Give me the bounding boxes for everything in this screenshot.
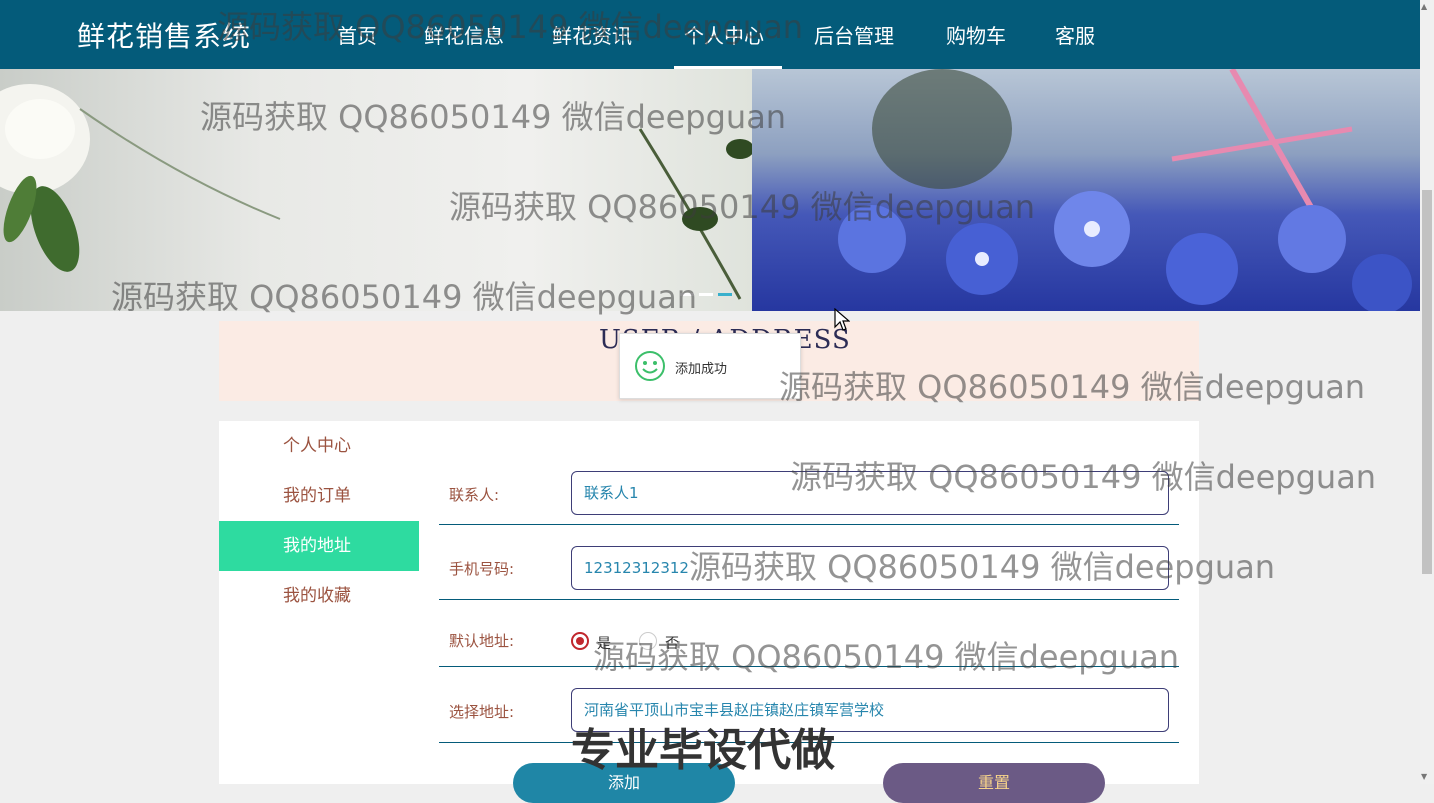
phone-input[interactable]: 12312312312 xyxy=(571,546,1169,590)
carousel-indicators xyxy=(680,281,737,300)
carousel-dot[interactable] xyxy=(680,293,694,296)
mouse-cursor-icon xyxy=(834,307,851,336)
form-row-default: 默认地址: 是 否 xyxy=(439,626,1179,668)
form-row-address: 选择地址: 河南省平顶山市宝丰县赵庄镇赵庄镇军营学校 xyxy=(439,688,1179,743)
phone-label: 手机号码: xyxy=(449,560,515,578)
scroll-down-icon[interactable]: ▼ xyxy=(1421,772,1427,781)
row-divider xyxy=(439,742,1179,743)
reset-button[interactable]: 重置 xyxy=(883,763,1105,803)
nav-admin[interactable]: 后台管理 xyxy=(814,20,894,49)
default-no-radio[interactable] xyxy=(639,632,657,650)
sidebar-item-personal-center[interactable]: 个人中心 xyxy=(219,421,419,471)
default-address-label: 默认地址: xyxy=(449,632,515,650)
user-center-content: 个人中心 我的订单 我的地址 我的收藏 联系人: 联系人1 手机号码: 1231… xyxy=(219,421,1199,784)
nav-flower-info[interactable]: 鲜花信息 xyxy=(424,20,504,49)
row-divider xyxy=(439,524,1179,525)
nav-flower-news[interactable]: 鲜花资讯 xyxy=(552,20,632,49)
row-divider xyxy=(439,599,1179,600)
banner-carousel xyxy=(0,69,1420,311)
carousel-dot[interactable] xyxy=(699,293,713,296)
nav-personal-center[interactable]: 个人中心 xyxy=(684,20,764,49)
banner-image-white-rose xyxy=(0,69,752,311)
address-label: 选择地址: xyxy=(449,703,515,721)
address-select[interactable]: 河南省平顶山市宝丰县赵庄镇赵庄镇军营学校 xyxy=(571,688,1169,732)
nav-home[interactable]: 首页 xyxy=(337,20,377,49)
sidebar-item-my-favorites[interactable]: 我的收藏 xyxy=(219,571,419,621)
default-yes-label[interactable]: 是 xyxy=(597,633,611,653)
form-row-contact: 联系人: 联系人1 xyxy=(439,471,1179,526)
add-button[interactable]: 添加 xyxy=(513,763,735,803)
form-row-phone: 手机号码: 12312312312 xyxy=(439,546,1179,601)
nav-active-indicator xyxy=(674,66,782,69)
contact-input[interactable]: 联系人1 xyxy=(571,471,1169,515)
banner-image-blue-flowers xyxy=(752,69,1420,311)
carousel-dot-active[interactable] xyxy=(718,293,732,296)
default-no-label[interactable]: 否 xyxy=(665,633,679,653)
row-divider xyxy=(439,666,1179,667)
toast-message: 添加成功 xyxy=(619,333,801,399)
scrollbar-thumb[interactable] xyxy=(1422,190,1432,574)
default-yes-radio[interactable] xyxy=(571,632,589,650)
sidebar-item-my-address[interactable]: 我的地址 xyxy=(219,521,419,571)
brand-title[interactable]: 鲜花销售系统 xyxy=(77,15,251,55)
smile-icon xyxy=(634,350,666,386)
sidebar-item-my-orders[interactable]: 我的订单 xyxy=(219,471,419,521)
contact-label: 联系人: xyxy=(449,486,500,504)
nav-support[interactable]: 客服 xyxy=(1055,20,1095,49)
scroll-up-icon[interactable]: ▲ xyxy=(1421,2,1427,11)
nav-cart[interactable]: 购物车 xyxy=(946,20,1006,49)
top-navbar: 鲜花销售系统 首页 鲜花信息 鲜花资讯 个人中心 后台管理 购物车 客服 xyxy=(0,0,1420,69)
toast-text: 添加成功 xyxy=(675,362,728,377)
